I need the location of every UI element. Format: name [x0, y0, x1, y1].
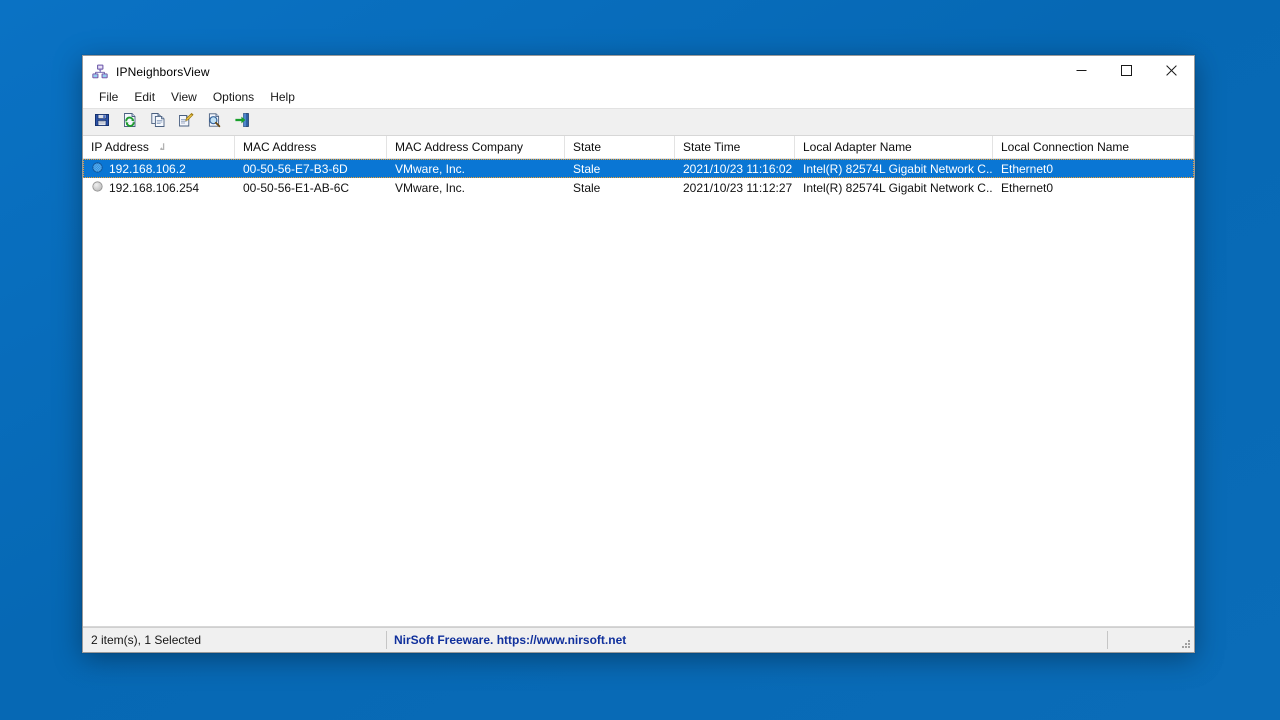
page-find-icon [206, 112, 222, 133]
status-empty-pane [1107, 628, 1194, 652]
caption-buttons [1059, 56, 1194, 87]
cell-state: Stale [573, 180, 601, 195]
cell-text: 192.168.106.2 [109, 161, 186, 176]
cell-local-connection-name: Ethernet0 [1001, 161, 1054, 176]
cell-local-adapter-name: Intel(R) 82574L Gigabit Network C... [803, 161, 993, 176]
nirsoft-link[interactable]: NirSoft Freeware. https://www.nirsoft.ne… [394, 633, 626, 647]
cell-local-connection-name: Ethernet0 [1001, 180, 1054, 195]
cell-mac-address-company: VMware, Inc. [395, 180, 466, 195]
title-bar[interactable]: IPNeighborsView [83, 56, 1194, 87]
column-header-ip-address[interactable]: IP Address [83, 136, 235, 158]
cell-state-time: 2021/10/23 11:12:27 [683, 180, 793, 195]
exit-button[interactable] [231, 111, 253, 133]
page-properties-icon [178, 112, 194, 133]
menu-bar: File Edit View Options Help [83, 87, 1194, 108]
menu-item-help[interactable]: Help [262, 89, 303, 106]
window-title: IPNeighborsView [116, 64, 210, 79]
sort-ascending-icon [158, 140, 167, 154]
column-header-mac-address-company[interactable]: MAC Address Company [387, 136, 565, 158]
close-button[interactable] [1149, 56, 1194, 87]
maximize-icon [1121, 64, 1132, 79]
status-credit-pane: NirSoft Freeware. https://www.nirsoft.ne… [386, 628, 1107, 652]
column-header-label: IP Address [91, 140, 149, 154]
cell-ip-address: 192.168.106.254 [83, 181, 235, 195]
maximize-button[interactable] [1104, 56, 1149, 87]
list-body: 192.168.106.2 00-50-56-E7-B3-6D VMware, … [83, 159, 1194, 197]
refresh-button[interactable] [119, 111, 141, 133]
minimize-button[interactable] [1059, 56, 1104, 87]
list-header: IP Address MAC Address MAC Address Compa… [83, 136, 1194, 159]
cell-mac-address: 00-50-56-E7-B3-6D [243, 161, 348, 176]
cell-mac-address: 00-50-56-E1-AB-6C [243, 180, 350, 195]
toolbar [83, 108, 1194, 136]
cell-ip-address: 192.168.106.2 [83, 162, 235, 176]
cell-state-time: 2021/10/23 11:16:02 [683, 161, 793, 176]
floppy-disk-save-icon [94, 112, 110, 133]
column-header-local-adapter-name[interactable]: Local Adapter Name [795, 136, 993, 158]
menu-item-options[interactable]: Options [205, 89, 262, 106]
column-header-state-time[interactable]: State Time [675, 136, 795, 158]
properties-button[interactable] [175, 111, 197, 133]
cell-mac-address-company: VMware, Inc. [395, 161, 466, 176]
close-icon [1166, 64, 1177, 79]
status-items-count: 2 item(s), 1 Selected [91, 633, 202, 647]
column-header-mac-address[interactable]: MAC Address [235, 136, 387, 158]
table-row[interactable]: 192.168.106.2 00-50-56-E7-B3-6D VMware, … [83, 159, 1194, 178]
title-bar-left: IPNeighborsView [83, 64, 210, 80]
column-header-state[interactable]: State [565, 136, 675, 158]
cell-state: Stale [573, 161, 601, 176]
cell-local-adapter-name: Intel(R) 82574L Gigabit Network C... [803, 180, 993, 195]
refresh-page-icon [122, 112, 138, 133]
status-bar: 2 item(s), 1 Selected NirSoft Freeware. … [83, 627, 1194, 652]
gray-sphere-icon [92, 180, 103, 195]
menu-item-view[interactable]: View [163, 89, 205, 106]
network-computers-icon [92, 64, 108, 80]
menu-item-file[interactable]: File [91, 89, 126, 106]
copy-button[interactable] [147, 111, 169, 133]
menu-item-edit[interactable]: Edit [126, 89, 163, 106]
neighbors-list-view[interactable]: IP Address MAC Address MAC Address Compa… [83, 136, 1194, 627]
save-button[interactable] [91, 111, 113, 133]
copy-pages-icon [150, 112, 166, 133]
blue-sphere-icon [92, 161, 103, 176]
application-window: IPNeighborsView File Edit View Options H… [82, 55, 1195, 653]
table-row[interactable]: 192.168.106.254 00-50-56-E1-AB-6C VMware… [83, 178, 1194, 197]
cell-text: 192.168.106.254 [109, 180, 200, 195]
resize-grip-icon[interactable] [1179, 637, 1192, 650]
find-button[interactable] [203, 111, 225, 133]
minimize-icon [1076, 64, 1087, 79]
exit-door-icon [234, 112, 250, 133]
column-header-local-connection-name[interactable]: Local Connection Name [993, 136, 1194, 158]
